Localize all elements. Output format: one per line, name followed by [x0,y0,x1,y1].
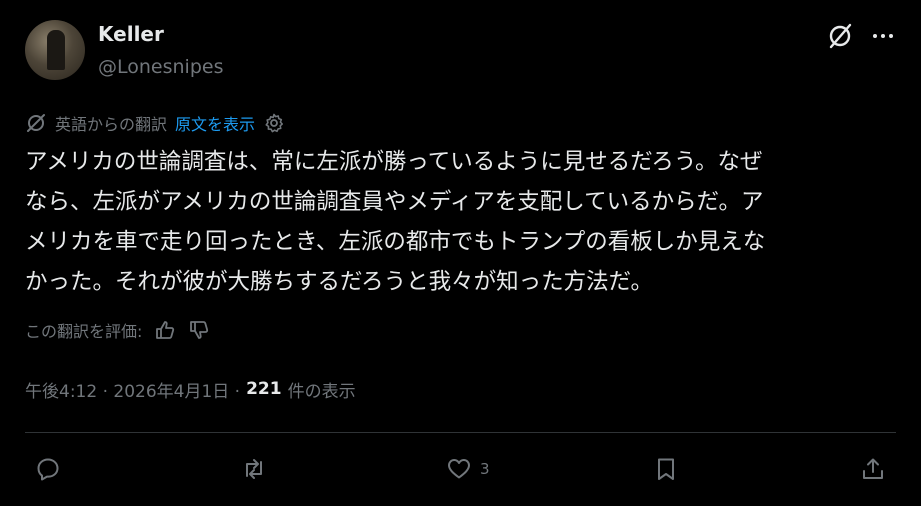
repost-icon [246,459,262,479]
like-button[interactable]: 3 [446,454,490,484]
bookmark-button[interactable] [653,454,687,484]
bookmark-icon [658,458,674,480]
share-button[interactable] [860,454,886,484]
post-text: アメリカの世論調査は、常に左派が勝っているように見せるだろう。なぜ なら、左派が… [25,149,766,295]
more-icon[interactable] [870,24,896,48]
rate-translation-label: この翻訳を評価: [25,322,143,341]
author-name[interactable]: Keller [98,22,164,46]
heart-icon [448,459,470,479]
thumbs-up-icon[interactable] [154,319,176,341]
repost-button[interactable] [241,454,275,484]
gear-icon[interactable] [263,112,285,134]
post-meta: 午後4:12 · 2026年4月1日 · 221 件の表示 [25,375,356,403]
divider [25,432,896,433]
reply-button[interactable] [35,454,69,484]
view-count: 221 [246,379,282,399]
author-handle[interactable]: @Lonesnipes [98,56,223,78]
view-label: 件の表示 [287,381,356,402]
avatar[interactable] [25,20,85,80]
show-original-link[interactable]: 原文を表示 [175,111,255,135]
translation-row: 英語からの翻訳 原文を表示 [25,110,285,136]
reply-icon [37,458,59,481]
avatar-figure [47,30,65,70]
share-icon [863,458,883,479]
grok-icon[interactable] [826,22,854,50]
rate-translation-row: この翻訳を評価: [25,316,210,344]
thumbs-down-icon[interactable] [188,319,210,341]
timestamp[interactable]: 午後4:12 · 2026年4月1日 · [25,377,240,402]
translation-note: 英語からの翻訳 [55,115,168,134]
like-count: 3 [480,460,490,478]
translate-icon [27,114,45,132]
